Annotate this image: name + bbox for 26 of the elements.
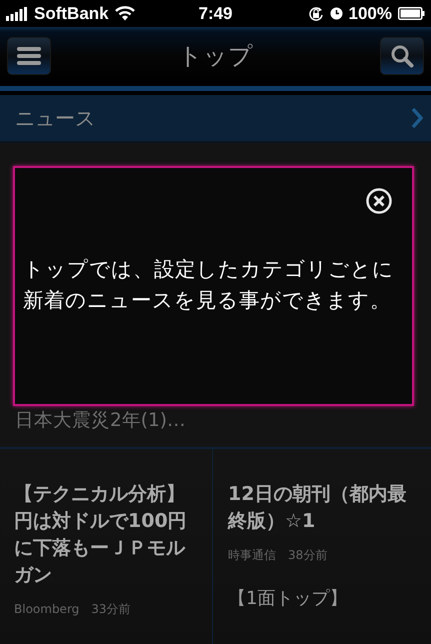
screen-title: トップ (178, 41, 253, 72)
rotation-lock-icon (308, 6, 324, 22)
section-header[interactable]: ニュース (0, 95, 431, 143)
menu-button[interactable] (7, 37, 51, 75)
article-source: 時事通信 38分前 (228, 547, 328, 564)
signal-icon (6, 6, 28, 20)
section-title: ニュース (15, 104, 95, 132)
article-headline: 12日の朝刊（都内最終版）☆1 (228, 482, 408, 534)
search-icon (390, 44, 414, 68)
tip-message: トップでは、設定したカテゴリごとに新着のニュースを見る事ができます。 (23, 256, 395, 314)
search-button[interactable] (380, 37, 424, 75)
chevron-right-icon (411, 107, 423, 129)
article-source: Bloomberg 33分前 (14, 601, 132, 618)
menu-icon (17, 46, 41, 66)
close-icon[interactable] (366, 188, 392, 214)
article-headline: 【テクニカル分析】円は対ドルで100円に下落もーＪＰモルガン (14, 482, 188, 588)
alarm-clock-icon (330, 7, 343, 20)
clock-time: 7:49 (198, 4, 233, 24)
article-card[interactable]: 【テクニカル分析】円は対ドルで100円に下落もーＪＰモルガン Bloomberg 33分前 (0, 449, 212, 644)
article-text: 日本大震災2年(1)… (15, 409, 186, 433)
carrier-name: SoftBank (34, 4, 109, 24)
battery-icon (398, 7, 425, 20)
wifi-icon (114, 6, 135, 21)
lead-heading: 【1面トップ】 (228, 587, 348, 610)
article-card[interactable]: 12日の朝刊（都内最終版）☆1 時事通信 38分前 【1面トップ】 (212, 449, 431, 644)
battery-percent: 100% (348, 4, 392, 24)
